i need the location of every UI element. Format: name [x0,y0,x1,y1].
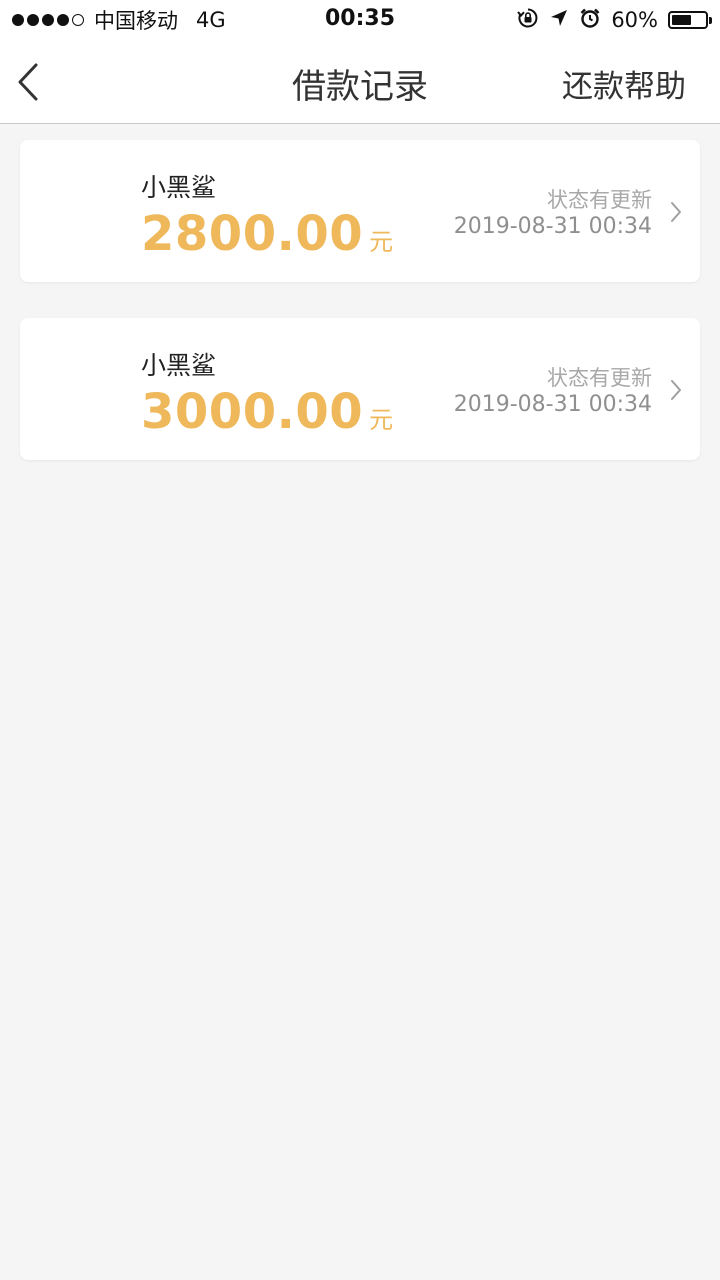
status-text: 状态有更新 [547,366,652,390]
status-right: 60% [517,6,712,34]
loan-record-card[interactable]: 小黑鲨 2800.00 元 状态有更新 2019-08-31 00:34 [20,140,700,282]
amount-row: 3000.00 元 [141,384,393,440]
rotation-lock-icon [517,7,539,34]
loan-record-card[interactable]: 小黑鲨 3000.00 元 状态有更新 2019-08-31 00:34 [20,318,700,460]
record-datetime: 2019-08-31 00:34 [453,392,652,417]
lender-name: 小黑鲨 [141,351,217,380]
record-datetime: 2019-08-31 00:34 [453,214,652,239]
lender-name: 小黑鲨 [141,173,217,202]
battery-icon [668,11,712,29]
battery-fill [672,15,692,25]
chevron-right-icon [671,202,681,222]
status-text: 状态有更新 [547,188,652,212]
loan-record-list: 小黑鲨 2800.00 元 状态有更新 2019-08-31 00:34 小黑鲨… [20,140,700,496]
loan-amount: 2800.00 [141,206,364,262]
status-bar: 中国移动 4G 00:35 60% [0,0,720,40]
repayment-help-button[interactable]: 还款帮助 [562,61,686,106]
amount-row: 2800.00 元 [141,206,393,262]
location-arrow-icon [549,8,569,33]
loan-amount: 3000.00 [141,384,364,440]
battery-percent: 60% [611,8,658,32]
alarm-icon [579,7,601,34]
chevron-right-icon [671,380,681,400]
nav-bar: 借款记录 还款帮助 [0,40,720,124]
currency-unit: 元 [369,406,394,434]
currency-unit: 元 [369,228,394,256]
